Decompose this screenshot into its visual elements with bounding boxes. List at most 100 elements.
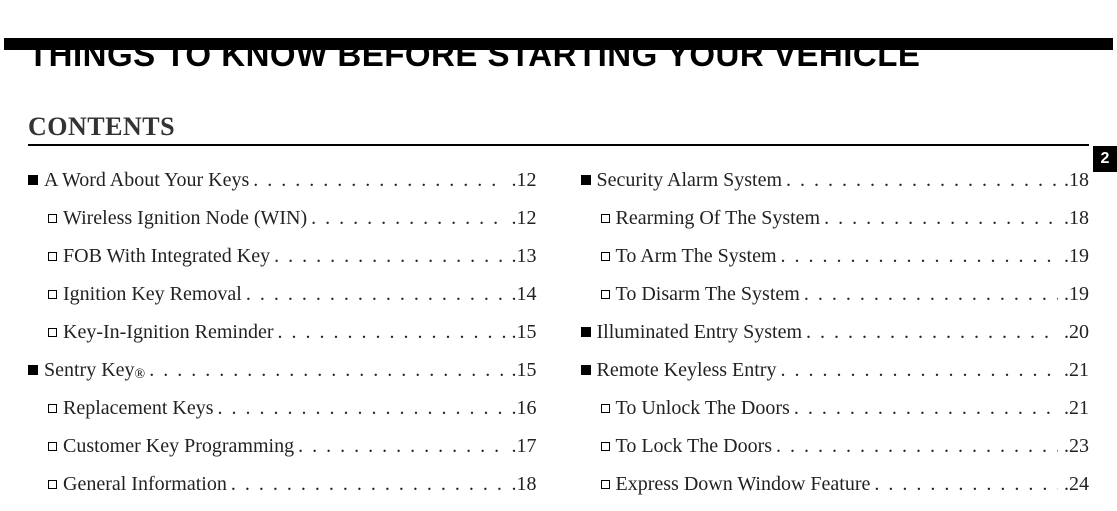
square-outline-icon xyxy=(601,402,610,418)
dot-leader xyxy=(804,284,1058,304)
toc-entry-title: Replacement Keys xyxy=(63,398,214,418)
toc-entry-title: Wireless Ignition Node (WIN) xyxy=(63,208,307,228)
toc-entry-title: Remote Keyless Entry xyxy=(597,360,777,380)
toc-entry: To Arm The System .19 xyxy=(581,246,1090,266)
toc-entry-page: .19 xyxy=(1064,246,1089,266)
toc-entry: General Information .18 xyxy=(28,474,537,494)
toc-entry-page: .14 xyxy=(512,284,537,304)
dot-leader xyxy=(794,398,1058,418)
toc-entry-page: .12 xyxy=(512,170,537,190)
toc-entry: Key-In-Ignition Reminder .15 xyxy=(28,322,537,342)
toc-entry-page: .15 xyxy=(512,360,537,380)
toc-column-left: A Word About Your Keys.12Wireless Igniti… xyxy=(28,170,537,511)
dot-leader xyxy=(786,170,1058,190)
toc-entry-page: .21 xyxy=(1064,398,1089,418)
toc-entry-title: To Arm The System xyxy=(616,246,777,266)
toc-entry-page: .18 xyxy=(512,474,537,494)
toc-entry: Illuminated Entry System .20 xyxy=(581,322,1090,342)
toc-entry-page: .16 xyxy=(512,398,537,418)
dot-leader xyxy=(776,436,1058,456)
contents-rule xyxy=(28,144,1089,146)
toc-entry: Replacement Keys .16 xyxy=(28,398,537,418)
dot-leader xyxy=(218,398,506,418)
manual-page: THINGS TO KNOW BEFORE STARTING YOUR VEHI… xyxy=(0,36,1117,511)
square-outline-icon xyxy=(601,288,610,304)
dot-leader xyxy=(311,208,505,228)
toc-entry-title: To Disarm The System xyxy=(616,284,800,304)
toc-entry-page: .12 xyxy=(512,208,537,228)
toc-entry: Remote Keyless Entry .21 xyxy=(581,360,1090,380)
dot-leader xyxy=(149,360,505,380)
contents-heading: CONTENTS xyxy=(28,112,1089,142)
square-outline-icon xyxy=(601,440,610,456)
toc-entry: Wireless Ignition Node (WIN) .12 xyxy=(28,208,537,228)
square-filled-icon xyxy=(28,364,38,380)
toc-entry: To Disarm The System .19 xyxy=(581,284,1090,304)
toc-entry-title: Ignition Key Removal xyxy=(63,284,242,304)
toc-entry: Sentry Key® .15 xyxy=(28,360,537,380)
registered-trademark-icon: ® xyxy=(135,368,146,382)
toc-entry-title: Key-In-Ignition Reminder xyxy=(63,322,274,342)
toc-entry-page: .17 xyxy=(512,436,537,456)
toc-entry: Customer Key Programming .17 xyxy=(28,436,537,456)
dot-leader xyxy=(231,474,506,494)
square-filled-icon xyxy=(581,174,591,190)
toc-column-right: Security Alarm System.18Rearming Of The … xyxy=(581,170,1090,511)
section-number-tab: 2 xyxy=(1093,146,1117,172)
toc-entry: To Unlock The Doors .21 xyxy=(581,398,1090,418)
dot-leader xyxy=(274,246,505,266)
dot-leader xyxy=(806,322,1058,342)
square-outline-icon xyxy=(48,478,57,494)
square-outline-icon xyxy=(48,326,57,342)
dot-leader xyxy=(824,208,1058,228)
toc-entry-title: Security Alarm System xyxy=(597,170,783,190)
toc-entry-page: .18 xyxy=(1064,170,1089,190)
toc-entry: A Word About Your Keys .12 xyxy=(28,170,537,190)
square-filled-icon xyxy=(581,326,591,342)
toc-entry-title: Customer Key Programming xyxy=(63,436,294,456)
toc-entry-title: Rearming Of The System xyxy=(616,208,821,228)
square-outline-icon xyxy=(48,212,57,228)
toc-entry-title: Express Down Window Feature xyxy=(616,474,871,494)
square-filled-icon xyxy=(581,364,591,380)
toc-entry: Security Alarm System .18 xyxy=(581,170,1090,190)
dot-leader xyxy=(298,436,505,456)
square-outline-icon xyxy=(48,440,57,456)
square-outline-icon xyxy=(48,402,57,418)
toc-entry-page: .18 xyxy=(1064,208,1089,228)
square-outline-icon xyxy=(601,250,610,266)
square-outline-icon xyxy=(601,212,610,228)
dot-leader xyxy=(780,360,1058,380)
toc-columns: A Word About Your Keys.12Wireless Igniti… xyxy=(28,170,1089,511)
toc-entry-page: .19 xyxy=(1064,284,1089,304)
dot-leader xyxy=(781,246,1058,266)
square-filled-icon xyxy=(28,174,38,190)
toc-entry-title: General Information xyxy=(63,474,227,494)
toc-entry-page: .24 xyxy=(1064,474,1089,494)
dot-leader xyxy=(253,170,505,190)
toc-entry-page: .15 xyxy=(512,322,537,342)
toc-entry-page: .23 xyxy=(1064,436,1089,456)
toc-entry: Express Down Window Feature .24 xyxy=(581,474,1090,494)
square-outline-icon xyxy=(48,250,57,266)
toc-entry: Ignition Key Removal .14 xyxy=(28,284,537,304)
toc-entry-title: To Lock The Doors xyxy=(616,436,773,456)
dot-leader xyxy=(246,284,506,304)
toc-entry-page: .13 xyxy=(512,246,537,266)
dot-leader xyxy=(874,474,1058,494)
top-black-bar xyxy=(4,38,1113,50)
toc-entry: To Lock The Doors .23 xyxy=(581,436,1090,456)
toc-entry: Rearming Of The System .18 xyxy=(581,208,1090,228)
toc-entry-title: Illuminated Entry System xyxy=(597,322,803,342)
square-outline-icon xyxy=(48,288,57,304)
square-outline-icon xyxy=(601,478,610,494)
toc-entry-title: To Unlock The Doors xyxy=(616,398,790,418)
toc-entry-title: Sentry Key xyxy=(44,360,135,380)
toc-entry-title: A Word About Your Keys xyxy=(44,170,249,190)
dot-leader xyxy=(278,322,506,342)
toc-entry-page: .20 xyxy=(1064,322,1089,342)
toc-entry-title: FOB With Integrated Key xyxy=(63,246,270,266)
toc-entry-page: .21 xyxy=(1064,360,1089,380)
toc-entry: FOB With Integrated Key .13 xyxy=(28,246,537,266)
section-number: 2 xyxy=(1101,150,1110,168)
